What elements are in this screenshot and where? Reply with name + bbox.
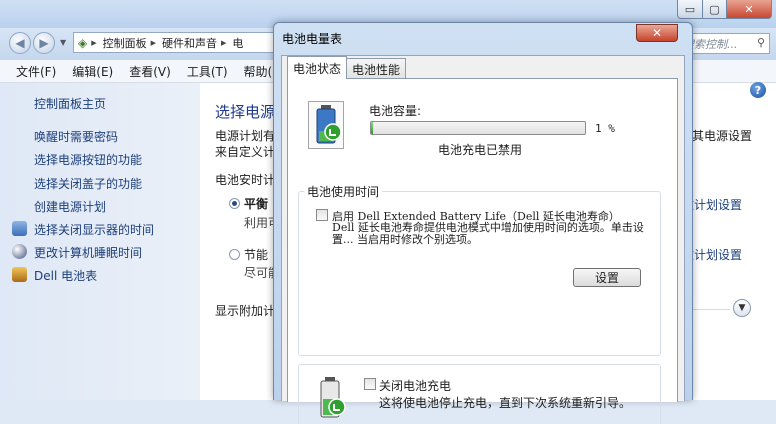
sidebar-link-sleep-time[interactable]: 更改计算机睡眠时间: [34, 244, 142, 261]
settings-button[interactable]: 设置: [573, 268, 641, 287]
recent-pages-chevron-icon[interactable]: ▼: [60, 38, 66, 47]
battery-capacity-bar: [370, 121, 586, 135]
disable-charge-label[interactable]: 关闭电池充电: [379, 377, 451, 394]
sidebar-link-lid-close[interactable]: 选择关闭盖子的功能: [34, 175, 142, 192]
display-icon: [12, 221, 27, 236]
tab-battery-performance[interactable]: 电池性能: [346, 58, 407, 79]
page-title: 选择电源: [215, 103, 276, 121]
chevron-down-icon[interactable]: ▼: [733, 299, 751, 317]
close-button[interactable]: ✕: [726, 0, 772, 19]
maximize-button[interactable]: ▢: [702, 0, 727, 19]
extended-battery-life-description: Dell 延长电池寿命提供电池模式中增加使用时间的选项。单击设置... 当启用时…: [332, 221, 644, 246]
page-description-line: 来自定义计: [215, 145, 276, 159]
battery-meter-icon: [12, 267, 27, 282]
dialog-close-button[interactable]: ✕: [636, 24, 678, 42]
breadcrumb-item[interactable]: 电: [232, 35, 243, 51]
moon-icon: [12, 244, 27, 259]
battery-plug-icon: [308, 101, 344, 149]
breadcrumb-item[interactable]: 控制面板: [103, 35, 147, 51]
battery-capacity-percent: 1 %: [595, 122, 615, 135]
menu-view[interactable]: 查看(V): [129, 63, 171, 80]
forward-button[interactable]: ▶: [33, 32, 55, 54]
battery-capacity-fill: [371, 122, 374, 134]
minimize-button[interactable]: ▭: [677, 0, 703, 19]
breadcrumb-separator-icon: ▶: [150, 38, 157, 47]
battery-meter-dialog: 电池电量表 ✕ 电池状态 电池性能 电池容量: 1 % 电池充电已禁用 电池使用…: [273, 22, 693, 424]
show-more-plans-label[interactable]: 显示附加计: [215, 302, 275, 319]
page-description-line: 电源计划有: [215, 129, 276, 143]
menu-tools[interactable]: 工具(T): [187, 63, 228, 80]
back-button[interactable]: ◀: [9, 32, 31, 54]
tab-panel: 电池容量: 1 % 电池充电已禁用 电池使用时间 启用 Dell Extende…: [287, 78, 678, 424]
dialog-title: 电池电量表: [282, 32, 343, 46]
battery-charge-icon: [320, 377, 346, 418]
plan-balanced-radio[interactable]: [229, 198, 240, 209]
sidebar-link-create-plan[interactable]: 创建电源计划: [34, 198, 106, 215]
sidebar-link-dell-battery-meter[interactable]: Dell 电池表: [34, 267, 97, 284]
disable-charge-description: 这将使电池停止充电，直到下次系统重新引导。: [379, 396, 632, 410]
charge-status-text: 电池充电已禁用: [438, 143, 523, 157]
help-icon[interactable]: ?: [750, 82, 766, 98]
sidebar: 控制面板主页 唤醒时需要密码 选择电源按钮的功能 选择关闭盖子的功能 创建电源计…: [0, 83, 200, 400]
plan-saver-radio[interactable]: [229, 249, 240, 260]
menu-file[interactable]: 文件(F): [16, 63, 56, 80]
extended-battery-life-checkbox[interactable]: [316, 209, 328, 221]
control-panel-icon: ◈: [78, 35, 88, 50]
disable-charge-checkbox[interactable]: [364, 378, 376, 390]
tab-battery-status[interactable]: 电池状态: [287, 56, 348, 79]
search-icon[interactable]: ⚲: [757, 36, 765, 49]
dialog-body: 电池状态 电池性能 电池容量: 1 % 电池充电已禁用 电池使用时间 启用 De…: [281, 55, 685, 424]
breadcrumb-separator-icon: ▶: [91, 38, 97, 47]
plan-saver-name: 节能: [244, 248, 269, 262]
menu-edit[interactable]: 编辑(E): [72, 63, 113, 80]
sidebar-link-display-time[interactable]: 选择关闭显示器的时间: [34, 221, 154, 238]
battery-usage-group-title: 电池使用时间: [304, 183, 383, 200]
plan-balanced-name: 平衡: [244, 197, 269, 211]
sidebar-link-power-button[interactable]: 选择电源按钮的功能: [34, 151, 142, 168]
plan-prompt: 电池安时计: [215, 173, 276, 187]
battery-capacity-label: 电池容量:: [369, 104, 422, 118]
breadcrumb-separator-icon: ▶: [221, 38, 227, 47]
breadcrumb-item[interactable]: 硬件和声音: [162, 35, 217, 51]
sidebar-link-wake-password[interactable]: 唤醒时需要密码: [34, 128, 118, 145]
sidebar-home-link[interactable]: 控制面板主页: [34, 95, 106, 112]
